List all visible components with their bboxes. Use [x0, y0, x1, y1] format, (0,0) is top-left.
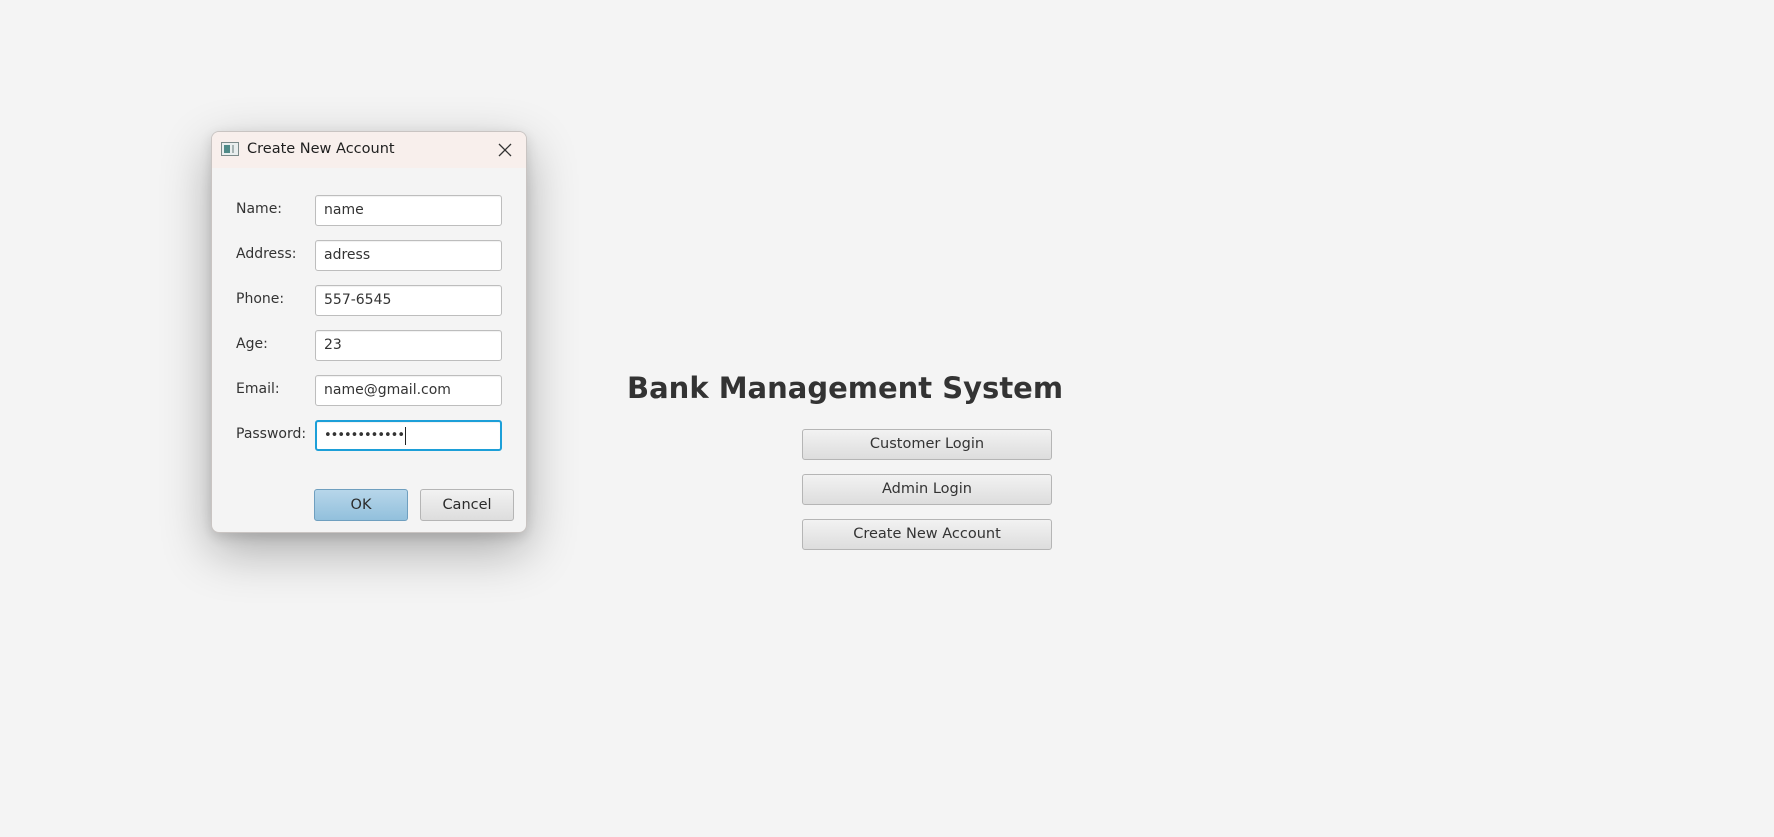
- email-label: Email:: [236, 381, 280, 397]
- name-input[interactable]: name: [315, 195, 502, 226]
- ok-button[interactable]: OK: [314, 489, 408, 521]
- app-window-icon: [221, 142, 239, 156]
- age-input[interactable]: 23: [315, 330, 502, 361]
- age-label: Age:: [236, 336, 268, 352]
- phone-label: Phone:: [236, 291, 285, 307]
- password-label: Password:: [236, 426, 307, 442]
- phone-input[interactable]: 557-6545: [315, 285, 502, 316]
- close-button[interactable]: [490, 136, 520, 164]
- create-new-account-button[interactable]: Create New Account: [802, 519, 1052, 550]
- password-value: ••••••••••••: [324, 428, 405, 443]
- close-icon: [498, 143, 512, 157]
- address-label: Address:: [236, 246, 297, 262]
- admin-login-button[interactable]: Admin Login: [802, 474, 1052, 505]
- text-caret: [405, 426, 407, 445]
- email-input[interactable]: name@gmail.com: [315, 375, 502, 406]
- dialog-titlebar[interactable]: Create New Account: [212, 132, 526, 168]
- name-label: Name:: [236, 201, 283, 217]
- app-title: Bank Management System: [627, 371, 1064, 405]
- customer-login-button[interactable]: Customer Login: [802, 429, 1052, 460]
- dialog-title: Create New Account: [247, 141, 395, 157]
- address-input[interactable]: adress: [315, 240, 502, 271]
- create-account-dialog: Create New Account Name: name Address: a…: [211, 131, 527, 533]
- cancel-button[interactable]: Cancel: [420, 489, 514, 521]
- password-input[interactable]: ••••••••••••: [315, 420, 502, 451]
